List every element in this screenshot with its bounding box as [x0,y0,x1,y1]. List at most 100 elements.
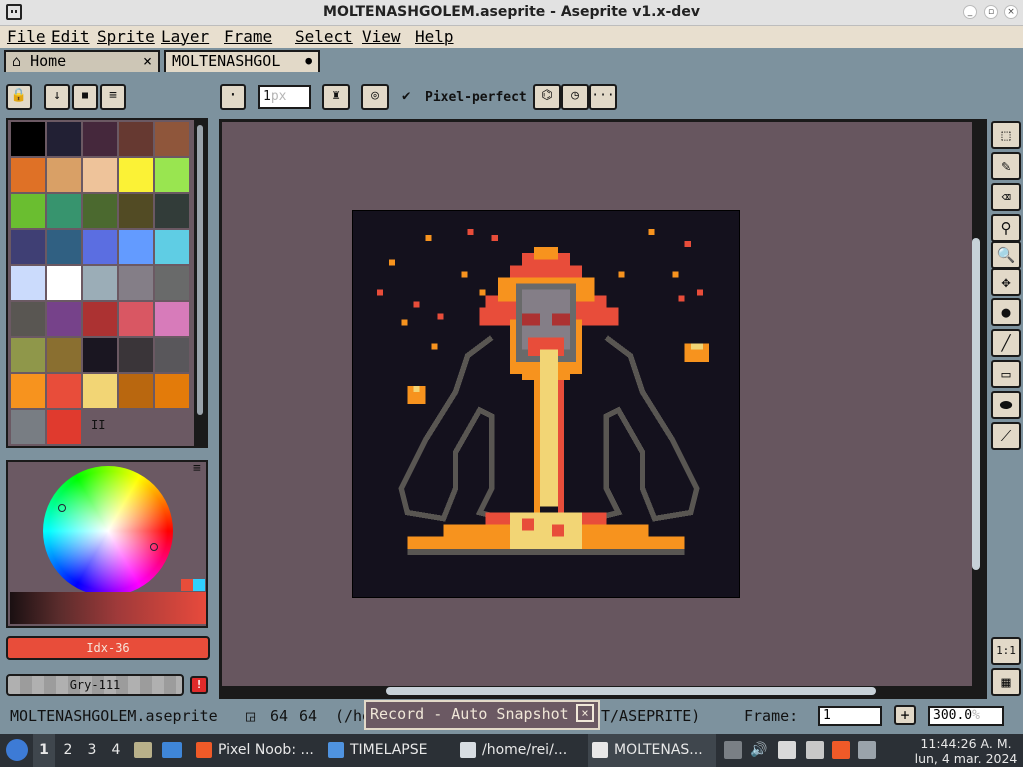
palette-swatch[interactable] [11,266,45,300]
palette-swatch[interactable] [47,230,81,264]
menu-layer[interactable]: Layer [161,27,209,46]
palette-swatch[interactable] [11,302,45,336]
palette-swatch[interactable] [119,122,153,156]
palette-swatch[interactable] [83,338,117,372]
close-window-button[interactable]: × [1004,5,1018,19]
palette-swatch[interactable] [83,266,117,300]
clock[interactable]: 11:44:26 A. M. lun, 4 mar. 2024 [912,736,1020,766]
wheel-marker-fg[interactable] [150,543,158,551]
wheel-menu-icon[interactable]: ≡ [193,461,201,476]
canvas-horizontal-scrollbar[interactable] [386,687,876,695]
palette-swatch[interactable] [83,122,117,156]
palette-swatch[interactable] [47,302,81,336]
palette-swatch[interactable] [155,302,189,336]
add-frame-button[interactable]: + [894,705,916,725]
color-shades-bar[interactable] [10,592,206,624]
palette-swatch[interactable] [11,194,45,228]
zoom-input[interactable]: 300.0% [928,706,1004,726]
more-options-button[interactable]: ··· [589,84,617,110]
disk-tray-icon[interactable] [806,741,824,759]
tiled-mode-icon[interactable]: ◷ [561,84,589,110]
pixel-perfect-checkbox[interactable]: ✔ [402,88,410,104]
palette-swatch[interactable] [11,122,45,156]
menu-select[interactable]: Select [295,27,353,46]
foreground-color-bar[interactable]: Idx-36 [6,636,210,660]
palette-swatch[interactable] [83,302,117,336]
fill-tool-icon[interactable]: ● [991,298,1021,326]
file-manager-launcher-icon[interactable] [134,742,152,758]
filmstrip-icon[interactable]: ▦ [991,668,1021,696]
workspace-4[interactable]: 4 [105,734,127,767]
layer-menu-button[interactable]: ≡ [100,84,126,110]
palette-swatch[interactable] [155,194,189,228]
brave-tray-icon[interactable] [832,741,850,759]
workspace-3[interactable]: 3 [81,734,103,767]
palette-swatch[interactable] [47,338,81,372]
palette-swatch[interactable] [47,158,81,192]
brush-type-button[interactable]: · [220,84,246,110]
workspace-1[interactable]: 1 [33,734,55,767]
task-timelapse[interactable]: TIMELAPSE [324,734,454,767]
palette-swatch[interactable] [119,338,153,372]
lock-icon[interactable]: 🔒 [6,84,32,110]
palette-swatch[interactable] [83,194,117,228]
modified-dot-icon[interactable]: ● [305,52,312,70]
palette-swatch[interactable] [47,266,81,300]
menu-file[interactable]: File [7,27,46,46]
palette-scrollbar[interactable] [197,125,203,415]
eraser-tool-icon[interactable]: ⌫ [991,183,1021,211]
palette-swatch[interactable] [47,194,81,228]
clipboard-tray-icon[interactable] [778,741,796,759]
minimize-button[interactable]: _ [963,5,977,19]
task-brave[interactable]: Pixel Noob: ... [192,734,322,767]
tab-home-close-icon[interactable]: × [143,52,152,70]
network-tray-icon[interactable] [858,741,876,759]
symmetry-icon[interactable]: ⌬ [533,84,561,110]
menu-help[interactable]: Help [415,27,454,46]
menu-edit[interactable]: Edit [51,27,90,46]
palette-swatch[interactable] [119,374,153,408]
new-layer-button[interactable]: ■ [72,84,98,110]
tab-moltenashgolem[interactable]: MOLTENASHGOL ● [164,50,320,72]
palette-swatch[interactable] [119,158,153,192]
palette-swatch[interactable] [155,266,189,300]
eyedropper-tool-icon[interactable]: ⚲ [991,214,1021,242]
warning-icon[interactable]: ! [190,676,208,694]
palette-swatch[interactable] [83,374,117,408]
brush-size-input[interactable]: 1px [258,85,311,109]
menu-view[interactable]: View [362,27,401,46]
palette-swatch[interactable] [47,374,81,408]
ink-icon[interactable]: ♜ [322,84,350,110]
palette-swatch[interactable] [155,158,189,192]
start-menu-icon[interactable] [6,739,28,761]
palette-swatch[interactable] [155,374,189,408]
wheel-marker-bg[interactable] [58,504,66,512]
pencil-tool-icon[interactable]: ✎ [991,152,1021,180]
frame-number-input[interactable]: 1 [818,706,882,726]
palette-swatch[interactable] [119,230,153,264]
palette-swatch[interactable] [155,230,189,264]
canvas-vertical-scrollbar[interactable] [972,238,980,570]
opacity-icon[interactable]: ◎ [361,84,389,110]
palette-swatch[interactable] [11,158,45,192]
ellipse-tool-icon[interactable]: ⬬ [991,391,1021,419]
task-aseprite[interactable]: MOLTENAS... [588,734,716,767]
marquee-tool-icon[interactable]: ⬚ [991,121,1021,149]
palette-swatch[interactable] [155,122,189,156]
record-popup-close-button[interactable]: × [576,704,594,722]
rectangle-tool-icon[interactable]: ▭ [991,360,1021,388]
palette-swatch[interactable] [83,230,117,264]
color-wheel[interactable] [43,466,173,596]
palette-swatch[interactable] [47,410,81,444]
palette-swatch[interactable] [155,338,189,372]
maximize-button[interactable]: ▫ [984,5,998,19]
show-desktop-icon[interactable] [162,742,182,758]
task-editor[interactable]: /home/rei/... [456,734,586,767]
workspace-2[interactable]: 2 [57,734,79,767]
palette-swatch[interactable] [119,266,153,300]
blur-tool-icon[interactable]: ⟋ [991,422,1021,450]
line-tool-icon[interactable]: ╱ [991,329,1021,357]
updates-tray-icon[interactable] [724,741,742,759]
zoom-actual-size-button[interactable]: 1:1 [991,637,1021,665]
zoom-tool-icon[interactable]: 🔍 [991,241,1021,269]
